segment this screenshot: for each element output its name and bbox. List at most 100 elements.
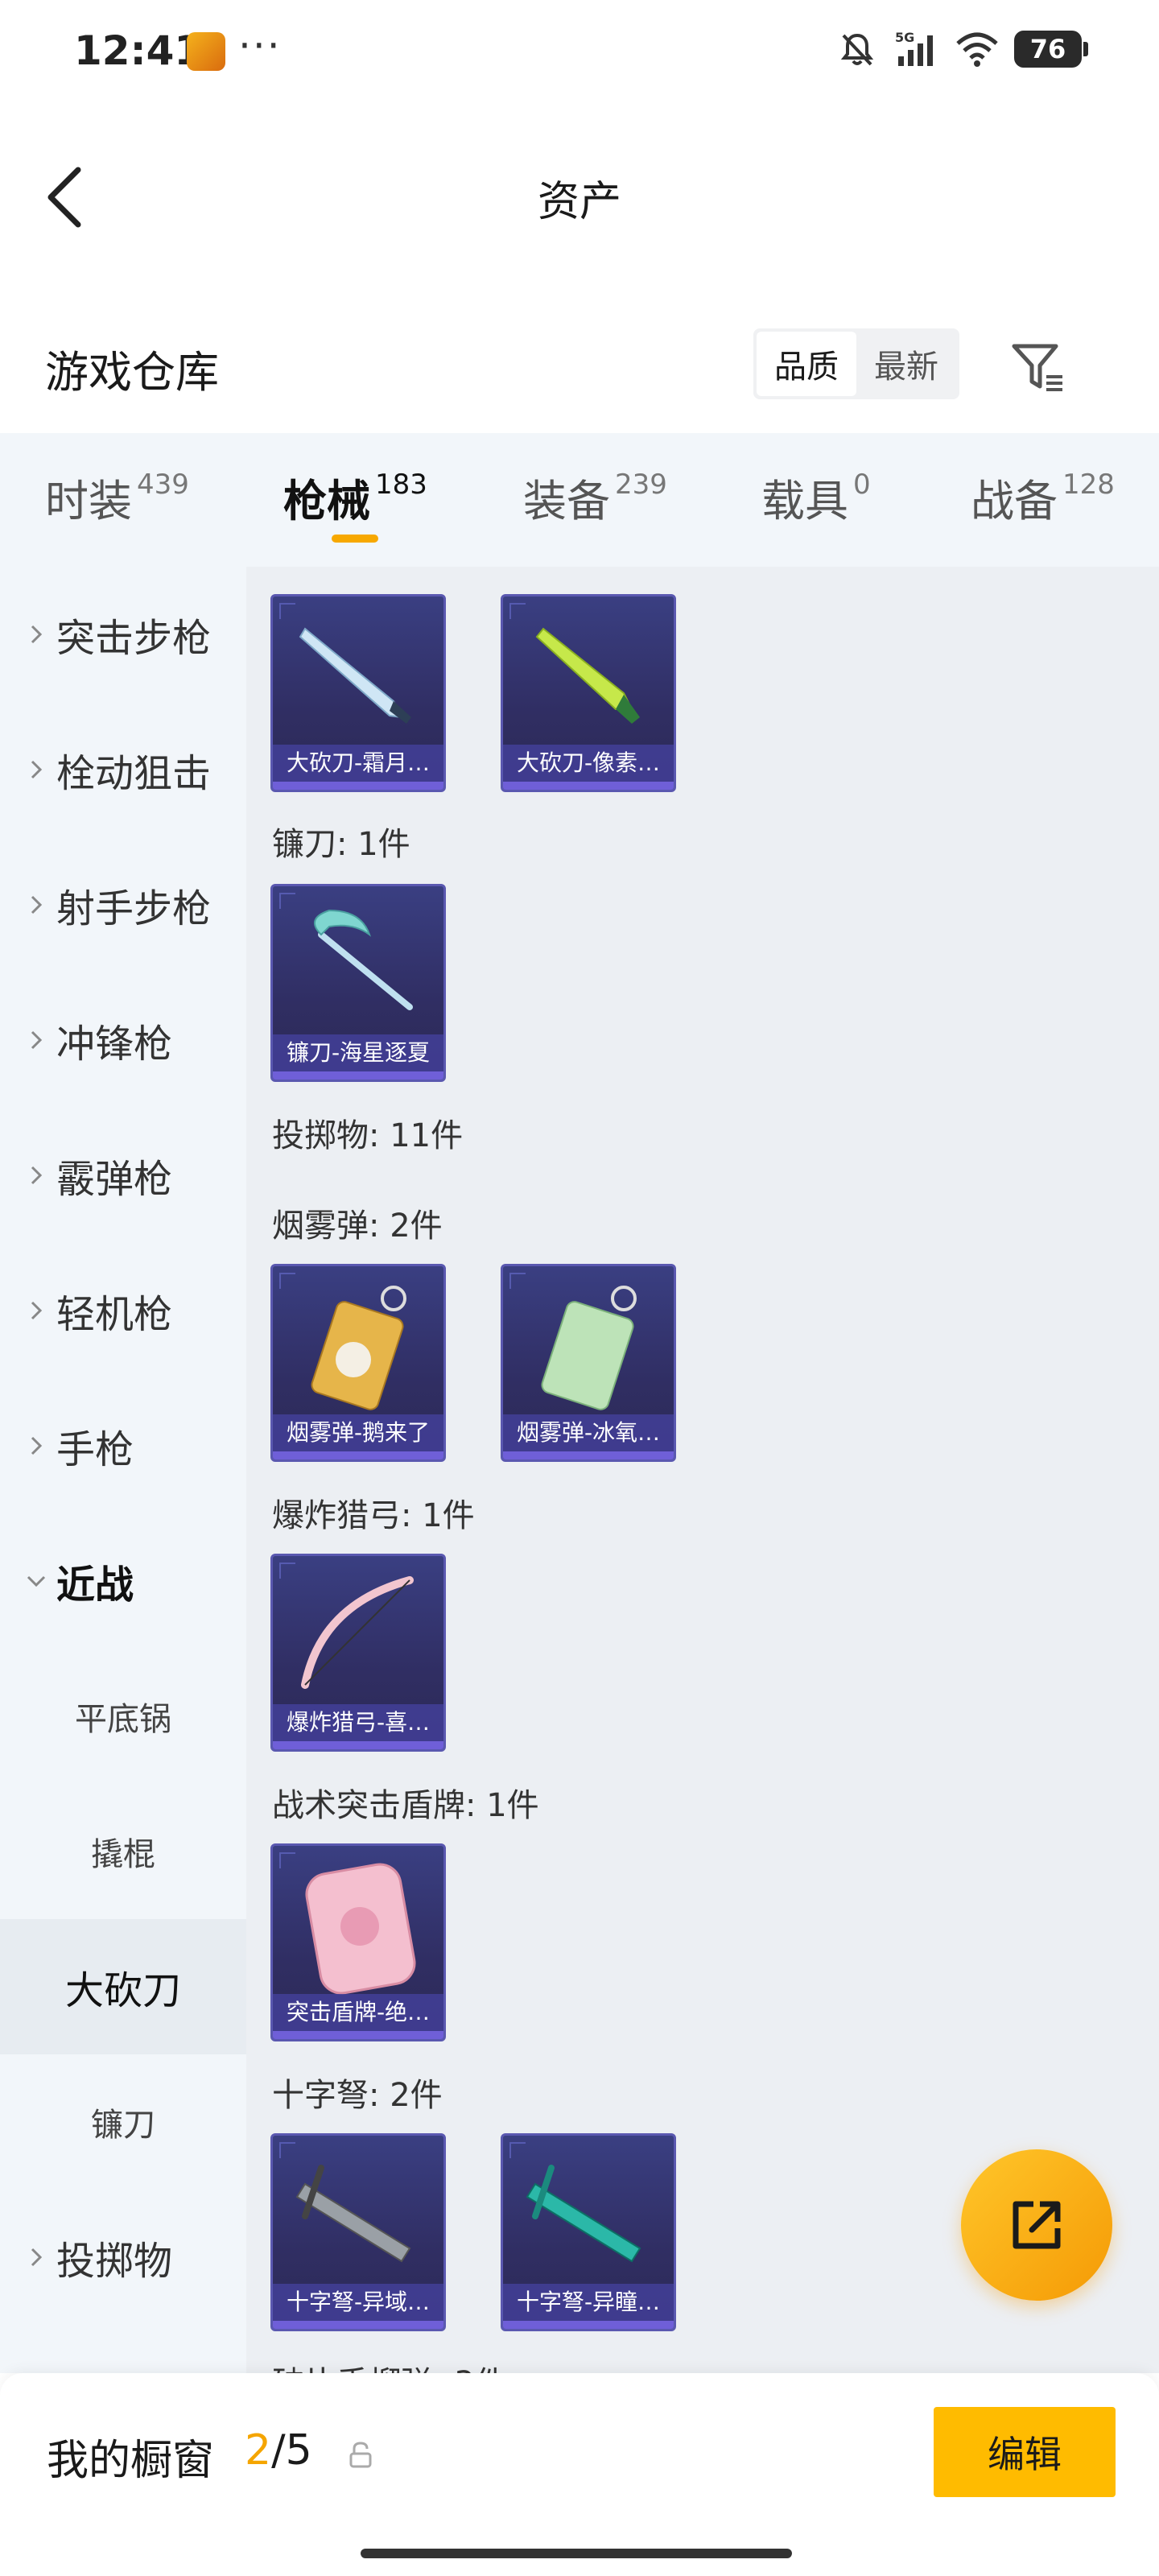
game-app-icon <box>187 32 225 71</box>
section-label-smoke: 烟雾弹: 2件 <box>272 1208 443 1245</box>
share-fab-button[interactable] <box>961 2149 1112 2301</box>
wifi-icon <box>956 32 998 67</box>
item-card-smoke-1[interactable]: 烟雾弹-鹅来了 <box>270 1264 446 1462</box>
category-tabs: 时装 439 枪械 183 装备 239 载具 0 战备 128 <box>0 433 1159 567</box>
tab-vehicles[interactable]: 载具 0 <box>761 465 871 529</box>
chevron-right-icon <box>31 1030 43 1050</box>
chevron-right-icon <box>31 1166 43 1185</box>
sidebar-item-label: 射手步枪 <box>56 886 212 931</box>
filter-button[interactable] <box>1006 335 1070 399</box>
mute-icon <box>840 33 874 66</box>
warehouse-title-row: 游戏仓库 品质 最新 <box>0 306 1159 419</box>
chevron-down-icon <box>27 1575 46 1587</box>
sidebar-sub-crowbar[interactable]: 撬棍 <box>0 1784 246 1919</box>
sidebar-item-throwables[interactable]: 投掷物 <box>0 2190 246 2325</box>
chevron-right-icon <box>31 760 43 779</box>
warehouse-title: 游戏仓库 <box>45 347 219 398</box>
sidebar-item-label: 栓动狙击 <box>56 751 212 796</box>
sidebar-item-pistol[interactable]: 手枪 <box>0 1378 246 1513</box>
signal-5g-icon: 5G <box>895 30 933 66</box>
home-indicator <box>361 2549 792 2558</box>
showcase-count: 2/5 <box>245 2426 312 2475</box>
sidebar-item-bolt-sniper[interactable]: 栓动狙击 <box>0 702 246 837</box>
item-card-smoke-2[interactable]: 烟雾弹-冰氧… <box>501 1264 676 1462</box>
item-card-bow[interactable]: 爆炸猎弓-喜… <box>270 1554 446 1752</box>
tab-count: 239 <box>615 469 667 501</box>
item-card-crossbow-1[interactable]: 十字弩-异域… <box>270 2133 446 2331</box>
section-label-crossbow: 十字弩: 2件 <box>272 2077 443 2114</box>
item-card-name: 爆炸猎弓-喜… <box>273 1704 443 1741</box>
tab-count: 128 <box>1062 469 1115 501</box>
tab-firearms[interactable]: 枪械 183 <box>283 465 427 529</box>
item-card-name: 大砍刀-像素… <box>503 745 674 782</box>
showcase-title: 我的橱窗 <box>47 2437 215 2485</box>
status-bar: 12:41 ··· 5G 76 <box>0 0 1159 105</box>
sidebar-sub-machete[interactable]: 大砍刀 <box>0 1919 246 2054</box>
sidebar-item-label: 投掷物 <box>56 2239 173 2284</box>
status-indicators: 5G 76 <box>837 29 1088 69</box>
svg-text:5G: 5G <box>895 30 914 45</box>
edit-button[interactable]: 编辑 <box>934 2407 1116 2497</box>
sidebar-item-label: 手枪 <box>56 1427 134 1472</box>
section-label-shield: 战术突击盾牌: 1件 <box>272 1787 539 1824</box>
rarity-bar <box>273 1071 443 1080</box>
sidebar-item-shotgun[interactable]: 霰弹枪 <box>0 1108 246 1243</box>
rarity-bar <box>273 2321 443 2329</box>
sidebar-item-lmg[interactable]: 轻机枪 <box>0 1243 246 1378</box>
sidebar-sub-frying-pan[interactable]: 平底锅 <box>0 1649 246 1784</box>
smoke-grenade-icon <box>311 1286 406 1410</box>
battery-indicator: 76 <box>1014 31 1088 68</box>
sidebar-item-label: 冲锋枪 <box>56 1022 173 1067</box>
chevron-right-icon <box>31 1436 43 1455</box>
tab-count: 0 <box>853 469 871 501</box>
item-card-name: 烟雾弹-冰氧… <box>503 1414 674 1451</box>
item-card-name: 十字弩-异域… <box>273 2284 443 2321</box>
item-card-machete-1[interactable]: 大砍刀-霜月… <box>270 594 446 792</box>
sickle-icon <box>314 909 413 1010</box>
rarity-bar <box>503 1451 674 1459</box>
showcase-total: 5 <box>285 2426 312 2475</box>
smoke-grenade-icon <box>541 1286 637 1410</box>
sort-toggle: 品质 最新 <box>753 328 959 399</box>
item-card-machete-2[interactable]: 大砍刀-像素… <box>501 594 676 792</box>
shield-icon <box>305 1863 416 1995</box>
item-card-name: 突击盾牌-绝… <box>273 1994 443 2031</box>
tab-fashion[interactable]: 时装 439 <box>45 465 189 529</box>
bow-icon <box>301 1576 414 1689</box>
sort-by-newest[interactable]: 最新 <box>856 332 956 396</box>
tab-label: 枪械 <box>283 476 370 526</box>
sidebar-item-label: 突击步枪 <box>56 616 212 661</box>
sidebar-item-marksman-rifle[interactable]: 射手步枪 <box>0 837 246 972</box>
crossbow-icon <box>526 2165 641 2263</box>
section-label-sickle: 镰刀: 1件 <box>272 826 410 863</box>
tab-tactical-gear[interactable]: 战备 128 <box>971 465 1115 529</box>
rarity-bar <box>273 782 443 790</box>
sidebar-sub-sickle[interactable]: 镰刀 <box>0 2054 246 2190</box>
rarity-bar <box>273 2031 443 2039</box>
chevron-right-icon <box>31 2248 43 2267</box>
sidebar-item-smg[interactable]: 冲锋枪 <box>0 972 246 1108</box>
section-label-frag: 破片手榴弹: 3件 <box>272 2357 507 2373</box>
rarity-bar <box>503 2321 674 2329</box>
sidebar-item-label: 轻机枪 <box>56 1292 173 1337</box>
sidebar-item-label: 近战 <box>56 1563 134 1608</box>
chevron-right-icon <box>31 1301 43 1320</box>
filter-icon <box>1012 344 1062 391</box>
tab-count: 183 <box>375 469 427 501</box>
sidebar-item-assault-rifle[interactable]: 突击步枪 <box>0 567 246 702</box>
item-card-sickle[interactable]: 镰刀-海星逐夏 <box>270 884 446 1082</box>
sort-by-quality[interactable]: 品质 <box>757 332 856 396</box>
crossbow-icon <box>295 2165 411 2263</box>
showcase-bottom-bar: 我的橱窗 2/5 编辑 <box>0 2373 1159 2576</box>
weapon-type-sidebar: 突击步枪 栓动狙击 射手步枪 冲锋枪 霰弹枪 轻机枪 手枪 近战 平底锅 撬棍 … <box>0 567 246 2373</box>
chevron-right-icon <box>31 895 43 914</box>
rarity-bar <box>273 1741 443 1749</box>
tab-label: 战备 <box>971 476 1058 526</box>
item-card-shield[interactable]: 突击盾牌-绝… <box>270 1843 446 2041</box>
sidebar-item-melee[interactable]: 近战 <box>0 1513 246 1649</box>
page-header: 资产 <box>0 105 1159 274</box>
item-card-crossbow-2[interactable]: 十字弩-异瞳… <box>501 2133 676 2331</box>
tab-label: 时装 <box>45 476 132 526</box>
status-time: 12:41 <box>74 27 203 74</box>
tab-equipment[interactable]: 装备 239 <box>523 465 667 529</box>
